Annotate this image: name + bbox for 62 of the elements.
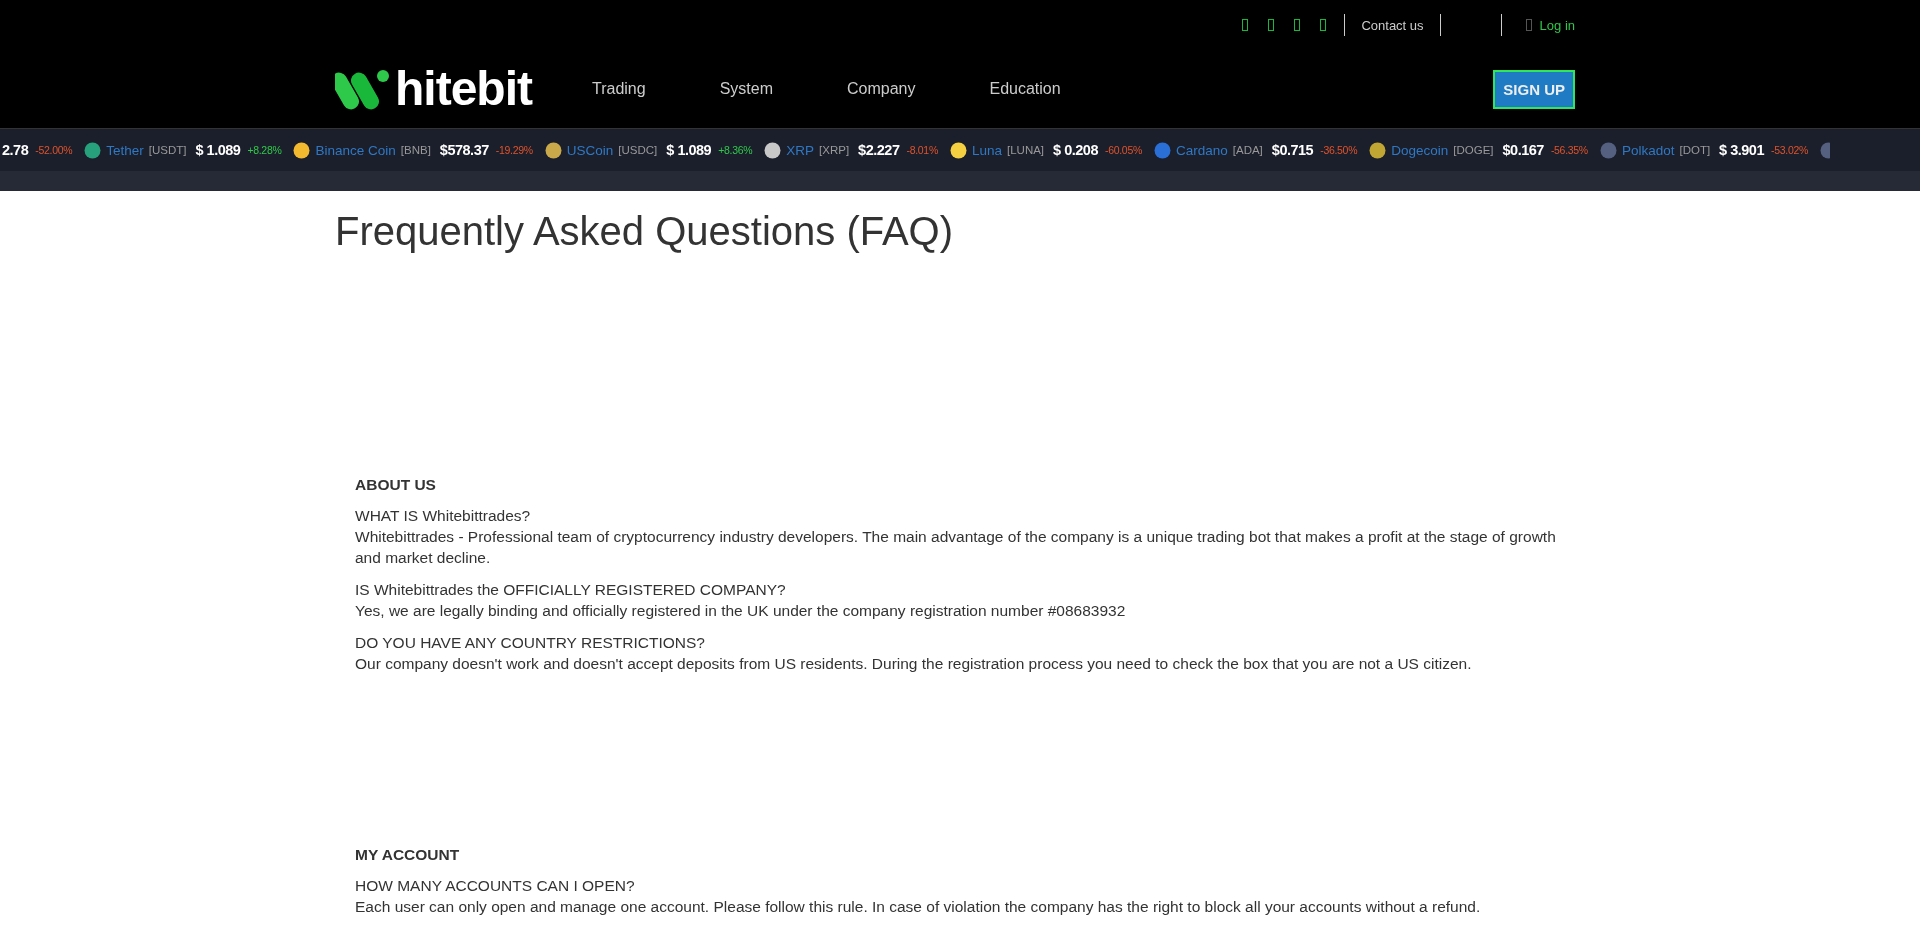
- coin-price: 2.78: [2, 142, 29, 158]
- coin-price: $2.227: [858, 142, 900, 158]
- coin-symbol: [DOT]: [1679, 144, 1711, 156]
- price-change: -52.00%: [35, 144, 73, 156]
- price-change: +8.28%: [247, 144, 282, 156]
- faq-question: WHAT IS Whitebittrades?: [355, 506, 532, 526]
- coin-name[interactable]: Polkadot: [1621, 142, 1675, 158]
- coin-price: $0.167: [1502, 142, 1544, 158]
- coin-symbol: [XRP]: [819, 144, 850, 156]
- price-change: +8.36%: [718, 144, 753, 156]
- coin-name[interactable]: Cardano: [1176, 142, 1228, 158]
- faq-question: DO YOU HAVE ANY COUNTRY RESTRICTIONS?: [355, 633, 706, 653]
- contact-link[interactable]: Contact us: [1361, 17, 1424, 33]
- page-title: Frequently Asked Questions (FAQ): [335, 209, 955, 254]
- coin-price: $ 1.089: [195, 142, 241, 158]
- coin-price: $ 0.208: [1053, 142, 1098, 158]
- coin-symbol: [BNB]: [400, 144, 431, 156]
- coin-price: $578.37: [439, 142, 489, 158]
- faq-answer: Whitebittrades - Professional team of cryptocurrency industry developers. The main advantage of the company is a unique trading bot that makes a profit at the stage of growth and market decline.: [355, 527, 1557, 568]
- coin-icon: [84, 141, 102, 159]
- coin-price: $ 1.089: [666, 142, 712, 158]
- coin-name[interactable]: USCoin: [566, 142, 614, 158]
- coin-name[interactable]: Binance Coin: [315, 142, 396, 158]
- section-heading: ABOUT US: [355, 475, 437, 495]
- coin-symbol: [USDT]: [148, 144, 187, 156]
- price-change: -56.35%: [1550, 144, 1588, 156]
- nav-link[interactable]: Company: [847, 80, 916, 98]
- nav-link[interactable]: Trading: [592, 80, 646, 98]
- faq-answer: Yes, we are legally binding and officially registered in the UK under the company registration number #08683932: [355, 601, 1127, 621]
- coin-name[interactable]: Tether: [106, 142, 144, 158]
- coin-icon: [1820, 141, 1830, 159]
- price-change: -19.29%: [495, 144, 533, 156]
- nav-link[interactable]: System: [719, 80, 773, 98]
- faq-question: HOW MANY ACCOUNTS CAN I OPEN?: [355, 876, 636, 896]
- faq-answer: Each user can only open and manage one account. Please follow this rule. In case of violation the company has the right to block all your accounts without a refund.: [355, 897, 1482, 917]
- coin-name[interactable]: Luna: [971, 142, 1002, 158]
- nav-link[interactable]: Education: [989, 80, 1061, 98]
- login-link[interactable]: Log in: [1539, 17, 1575, 33]
- coin-icon: [544, 141, 562, 159]
- coin-symbol: [USDC]: [618, 144, 658, 156]
- signup-button[interactable]: SIGN UP: [1493, 69, 1575, 109]
- coin-name[interactable]: XRP: [786, 142, 815, 158]
- coin-name[interactable]: Dogecoin: [1391, 142, 1449, 158]
- price-change: -60.05%: [1104, 144, 1142, 156]
- coin-symbol: [DOGE]: [1453, 144, 1494, 156]
- coin-symbol: [ADA]: [1232, 144, 1263, 156]
- coin-price: $ 3.901: [1719, 142, 1764, 158]
- coin-icon: [1599, 141, 1617, 159]
- coin-icon: [1154, 141, 1171, 159]
- coin-icon: [764, 141, 782, 159]
- coin-price: $0.715: [1271, 142, 1314, 158]
- price-change: -53.02%: [1771, 144, 1808, 156]
- coin-icon: [949, 141, 967, 159]
- coin-symbol: [LUNA]: [1007, 144, 1045, 156]
- faq-answer: Our company doesn't work and doesn't accept deposits from US residents. During the registration process you need to check the box that you are not a US citizen.: [355, 654, 1473, 674]
- section-heading: MY ACCOUNT: [355, 845, 461, 865]
- price-change: -8.01%: [906, 144, 938, 156]
- faq-question: IS Whitebittrades the OFFICIALLY REGISTERED COMPANY?: [355, 580, 787, 600]
- coin-icon: [1369, 141, 1387, 159]
- price-change: -36.50%: [1320, 144, 1358, 156]
- logo-text[interactable]: hitebit: [395, 65, 532, 113]
- coin-icon: [293, 141, 311, 159]
